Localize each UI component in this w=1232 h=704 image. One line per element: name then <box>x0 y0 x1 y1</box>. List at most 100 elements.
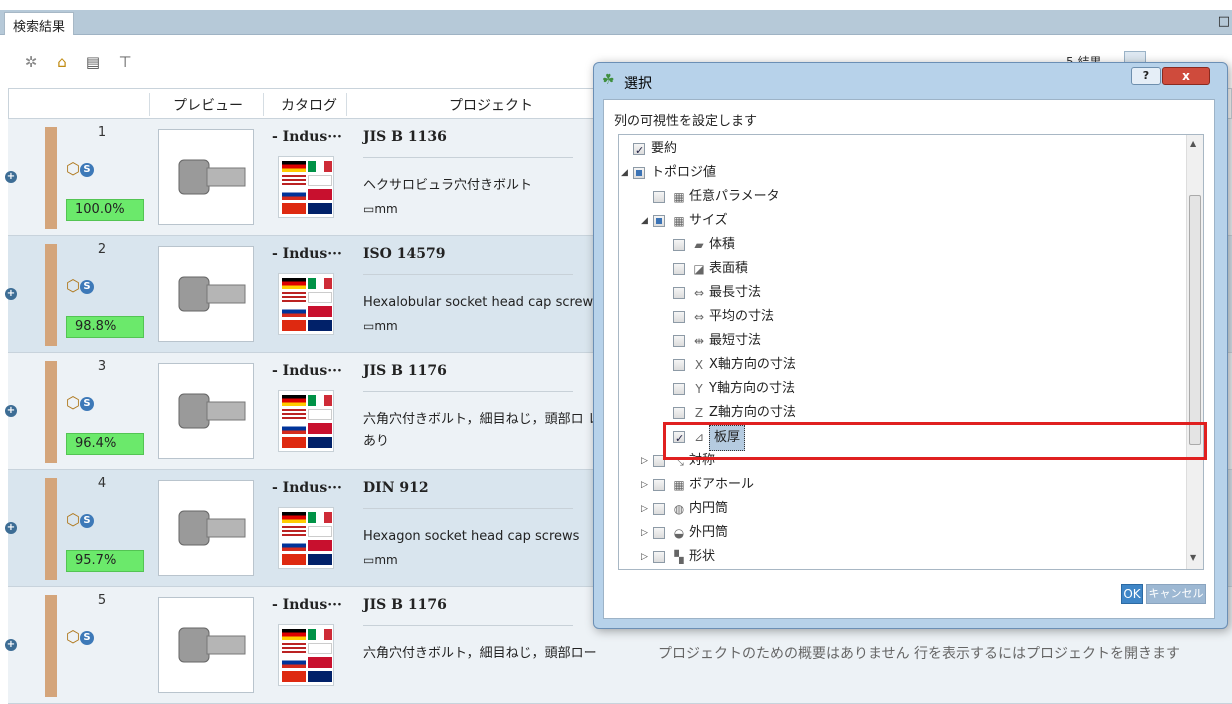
tree-node[interactable]: ⇹ 最短寸法 <box>619 329 1185 353</box>
visibility-checkbox[interactable] <box>633 139 645 163</box>
divider <box>363 391 573 392</box>
column-separator <box>149 93 150 116</box>
help-button[interactable]: ? <box>1131 67 1161 85</box>
expand-triangle-icon[interactable]: ◢ <box>641 209 651 233</box>
flag-it-icon <box>308 278 332 289</box>
expand-triangle-icon[interactable]: ▷ <box>641 449 651 473</box>
tree-node[interactable]: ▦ 任意パラメータ <box>619 185 1185 209</box>
part-preview[interactable] <box>158 480 254 576</box>
home-star-icon[interactable]: ⌂ <box>53 53 71 71</box>
part-preview[interactable] <box>158 363 254 459</box>
gear-icon[interactable]: ✲ <box>22 53 40 71</box>
bolt-image <box>178 276 246 312</box>
flag-ru-icon <box>282 657 306 668</box>
tree-node[interactable]: ▰ 体積 <box>619 233 1185 257</box>
tree-node[interactable]: ▷ ▚ 形状 <box>619 545 1185 569</box>
language-flags <box>278 273 334 335</box>
visibility-checkbox[interactable] <box>653 527 665 539</box>
project-title[interactable]: JIS B 1176 <box>363 363 447 379</box>
part-type-icons: ⬡ S <box>66 159 94 178</box>
column-header-preview[interactable]: プレビュー <box>173 95 243 115</box>
visibility-checkbox[interactable] <box>653 479 665 491</box>
project-title[interactable]: JIS B 1136 <box>363 129 447 145</box>
tree-node[interactable]: ◢ トポロジ値 <box>619 161 1185 185</box>
tree-node[interactable]: Y Y軸方向の寸法 <box>619 377 1185 401</box>
maximize-icon[interactable]: □ <box>1218 14 1230 29</box>
column-header-catalog[interactable]: カタログ <box>281 95 337 115</box>
tree-scrollbar[interactable]: ▲ ▼ <box>1186 135 1203 569</box>
tree-node-label: 表面積 <box>709 261 749 276</box>
node-icon: ▚ <box>674 550 684 564</box>
expand-triangle-icon[interactable]: ▷ <box>641 545 651 569</box>
flag-cn-icon <box>282 203 306 214</box>
flag-cz-icon <box>308 540 332 551</box>
tree-node[interactable]: ⇔ 平均の寸法 <box>619 305 1185 329</box>
flag-us-icon <box>282 526 306 537</box>
part-preview[interactable] <box>158 597 254 693</box>
language-flags <box>278 624 334 686</box>
flag-us-icon <box>282 409 306 420</box>
project-title[interactable]: JIS B 1176 <box>363 597 447 613</box>
project-title[interactable]: ISO 14579 <box>363 246 445 262</box>
expand-row-icon[interactable]: + <box>5 639 17 651</box>
bolt-image <box>178 393 246 429</box>
flag-gb-icon <box>308 554 332 565</box>
part-type-icons: ⬡ S <box>66 510 94 529</box>
flag-kr-icon <box>308 175 332 186</box>
flag-gb-icon <box>308 437 332 448</box>
close-button[interactable]: x <box>1162 67 1210 85</box>
visibility-checkbox[interactable] <box>673 239 685 251</box>
flag-cn-icon <box>282 320 306 331</box>
tree-node[interactable]: 要約 <box>619 137 1185 163</box>
part-preview[interactable] <box>158 246 254 342</box>
scroll-thumb[interactable] <box>1189 195 1201 445</box>
catalog-name: - Indus··· <box>272 246 342 262</box>
part-type-icons: ⬡ S <box>66 276 94 295</box>
visibility-checkbox[interactable] <box>633 167 645 179</box>
expand-triangle-icon[interactable]: ▷ <box>641 473 651 497</box>
expand-triangle-icon[interactable]: ▷ <box>641 521 651 545</box>
scroll-up-icon[interactable]: ▲ <box>1190 139 1196 148</box>
tree-node[interactable]: ◢ ▦ サイズ <box>619 209 1185 233</box>
tree-node[interactable]: ⇔ 最長寸法 <box>619 281 1185 305</box>
visibility-checkbox[interactable] <box>673 311 685 323</box>
tree-node[interactable]: X X軸方向の寸法 <box>619 353 1185 377</box>
expand-triangle-icon[interactable]: ▷ <box>641 497 651 521</box>
expand-row-icon[interactable]: + <box>5 522 17 534</box>
project-description: ヘクサロビュラ穴付きボルト <box>363 178 533 193</box>
visibility-checkbox[interactable] <box>653 503 665 515</box>
visibility-checkbox[interactable] <box>653 551 665 563</box>
tree-node[interactable]: ▷ ▦ ボアホール <box>619 473 1185 497</box>
scroll-down-icon[interactable]: ▼ <box>1190 553 1196 562</box>
node-icon: ▦ <box>673 214 685 228</box>
visibility-checkbox[interactable] <box>673 287 685 299</box>
flag-ru-icon <box>282 540 306 551</box>
cancel-button[interactable]: キャンセル <box>1146 584 1206 604</box>
project-title[interactable]: DIN 912 <box>363 480 429 496</box>
tree-node[interactable]: ▷ ◍ 内円筒 <box>619 497 1185 521</box>
visibility-checkbox[interactable] <box>673 335 685 347</box>
part-preview[interactable] <box>158 129 254 225</box>
export-table-icon[interactable]: ▤ <box>84 53 102 71</box>
row-number: 1 <box>97 125 107 140</box>
tree-node[interactable]: ▷ ◒ 外円筒 <box>619 521 1185 545</box>
divider <box>363 157 573 158</box>
tree-node-label: トポロジ値 <box>651 165 717 180</box>
filter-icon[interactable]: ⊤ <box>116 53 134 71</box>
visibility-checkbox[interactable] <box>673 407 685 419</box>
expand-triangle-icon[interactable]: ◢ <box>621 161 631 185</box>
flag-ru-icon <box>282 423 306 434</box>
expand-row-icon[interactable]: + <box>5 288 17 300</box>
visibility-checkbox[interactable] <box>653 191 665 203</box>
expand-row-icon[interactable]: + <box>5 405 17 417</box>
tab-search-results[interactable]: 検索結果 <box>4 12 75 35</box>
visibility-checkbox[interactable] <box>673 263 685 275</box>
ok-button[interactable]: OK <box>1121 584 1143 604</box>
flag-de-icon <box>282 629 306 640</box>
visibility-checkbox[interactable] <box>673 359 685 371</box>
expand-row-icon[interactable]: + <box>5 171 17 183</box>
tree-node[interactable]: ◪ 表面積 <box>619 257 1185 281</box>
visibility-checkbox[interactable] <box>673 383 685 395</box>
visibility-checkbox[interactable] <box>653 215 665 227</box>
column-header-project[interactable]: プロジェクト <box>449 95 533 115</box>
